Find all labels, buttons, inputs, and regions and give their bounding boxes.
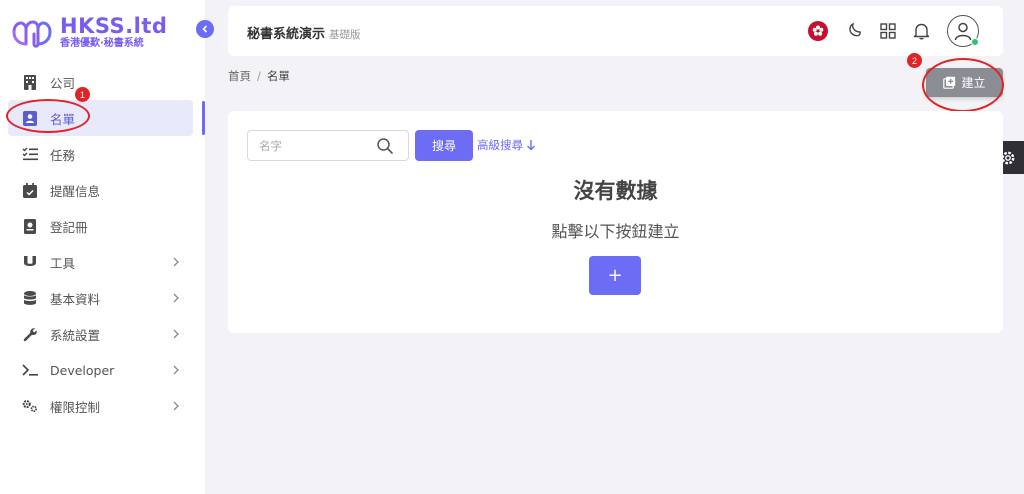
sidebar-item-permissions[interactable]: 權限控制 <box>0 388 205 424</box>
logo-mark-icon <box>12 20 52 48</box>
task-list-icon <box>22 146 38 162</box>
sidebar-item-contacts[interactable]: 名單 <box>8 100 193 136</box>
gears-icon <box>22 398 38 414</box>
active-indicator <box>202 101 205 135</box>
bell-icon[interactable] <box>911 21 931 41</box>
empty-state-subtitle: 點擊以下按鈕建立 <box>551 222 680 241</box>
search-button[interactable]: 搜尋 <box>415 130 473 161</box>
annotation-badge-2: 2 <box>907 53 922 68</box>
breadcrumb-current: 名單 <box>266 69 290 83</box>
create-button-label: 建立 <box>961 76 986 90</box>
sidebar-item-label: 提醒信息 <box>50 183 101 199</box>
brand-name: HKSS.ltd <box>60 13 168 38</box>
chevron-right-icon <box>173 257 179 267</box>
create-button[interactable]: 建立 <box>926 68 1003 97</box>
sidebar-item-label: Developer <box>50 362 115 378</box>
sidebar-item-basic-data[interactable]: 基本資料 <box>0 280 205 316</box>
chevron-right-icon <box>173 329 179 339</box>
sidebar-item-label: 工具 <box>50 255 76 271</box>
sidebar: HKSS.ltd 香港優歎·秘書系統 公司 名單 任務 提醒信息 登記冊 工具 … <box>0 0 205 494</box>
terminal-icon <box>22 362 38 378</box>
sidebar-item-company[interactable]: 公司 <box>0 64 205 100</box>
sidebar-item-tools[interactable]: 工具 <box>0 244 205 280</box>
grid-icon[interactable] <box>878 21 898 41</box>
hk-flag-icon[interactable] <box>808 21 828 41</box>
calendar-check-icon <box>22 182 38 198</box>
chevron-left-icon <box>202 25 208 33</box>
content-card: 搜尋 高級搜尋 沒有數據 點擊以下按鈕建立 + <box>228 111 1003 333</box>
user-avatar[interactable] <box>947 15 979 47</box>
breadcrumb-separator: / <box>257 69 261 83</box>
add-copy-icon <box>943 76 956 89</box>
advanced-search-label: 高級搜尋 <box>477 138 523 152</box>
breadcrumb: 首頁 / 名單 <box>228 68 290 84</box>
sidebar-item-tasks[interactable]: 任務 <box>0 136 205 172</box>
sidebar-item-label: 系統設置 <box>50 327 101 343</box>
building-icon <box>22 74 38 90</box>
sidebar-item-label: 公司 <box>50 75 76 91</box>
arrow-down-icon <box>527 140 535 151</box>
add-contact-button[interactable]: + <box>589 256 641 295</box>
sidebar-item-developer[interactable]: Developer <box>0 352 205 388</box>
breadcrumb-home[interactable]: 首頁 <box>228 69 251 83</box>
plus-icon: + <box>607 265 623 286</box>
brand-logo[interactable]: HKSS.ltd 香港優歎·秘書系統 <box>8 14 167 50</box>
magnet-icon <box>22 254 38 270</box>
page-title: 秘書系統演示 基礎版 <box>247 23 361 42</box>
empty-state-title: 沒有數據 <box>573 179 658 203</box>
top-header: 秘書系統演示 基礎版 <box>228 6 1003 56</box>
sidebar-item-reminders[interactable]: 提醒信息 <box>0 172 205 208</box>
sidebar-item-register[interactable]: 登記冊 <box>0 208 205 244</box>
sidebar-item-label: 權限控制 <box>50 399 101 415</box>
wrench-icon <box>22 326 38 342</box>
brand-tagline: 香港優歎·秘書系統 <box>60 37 144 49</box>
user-avatar-icon <box>954 22 972 41</box>
sidebar-nav: 公司 名單 任務 提醒信息 登記冊 工具 基本資料 系統設置 Developer… <box>0 64 205 424</box>
sidebar-item-system-settings[interactable]: 系統設置 <box>0 316 205 352</box>
name-search-input[interactable] <box>247 130 409 161</box>
sidebar-item-label: 基本資料 <box>50 291 101 307</box>
register-book-icon <box>22 218 38 234</box>
annotation-badge-1: 1 <box>75 87 90 102</box>
app-title: 秘書系統演示 <box>247 27 326 42</box>
sidebar-item-label: 登記冊 <box>50 219 88 235</box>
chevron-right-icon <box>173 401 179 411</box>
contact-card-icon <box>22 110 38 126</box>
collapse-sidebar-button[interactable] <box>196 20 214 38</box>
database-icon <box>22 290 38 306</box>
chevron-right-icon <box>173 293 179 303</box>
online-status-dot <box>971 38 979 46</box>
sidebar-item-label: 名單 <box>50 111 76 127</box>
moon-icon[interactable] <box>845 21 865 41</box>
advanced-search-link[interactable]: 高級搜尋 <box>477 137 536 153</box>
edition-label: 基礎版 <box>329 29 361 41</box>
sidebar-item-label: 任務 <box>50 147 76 163</box>
chevron-right-icon <box>173 365 179 375</box>
